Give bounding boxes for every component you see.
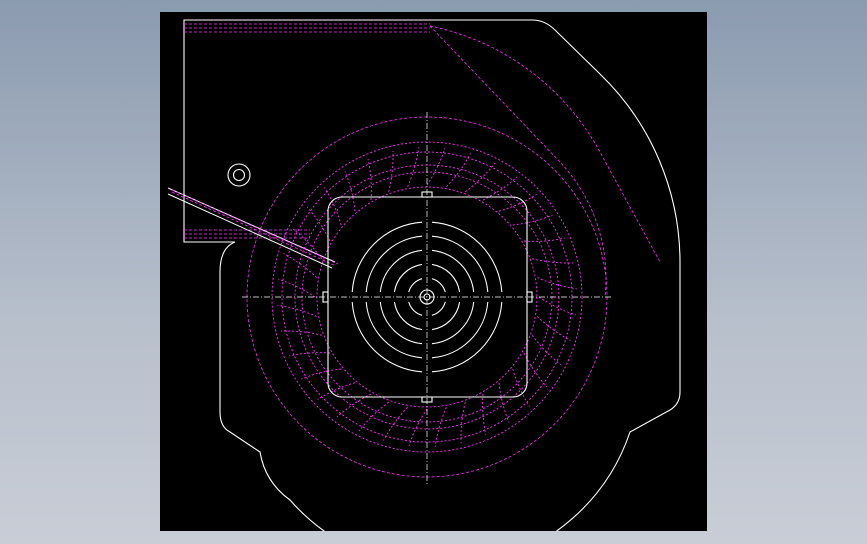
impeller-blade bbox=[536, 316, 571, 341]
impeller-blade bbox=[446, 153, 471, 188]
vent-ring-segment bbox=[379, 301, 423, 345]
impeller-blade bbox=[358, 401, 389, 432]
vent-ring-segment bbox=[379, 249, 423, 293]
vent-ring-segment bbox=[431, 221, 503, 293]
vent-ring-segment bbox=[351, 221, 423, 293]
housing-outline bbox=[183, 19, 681, 531]
vent-ring-segment bbox=[431, 278, 446, 293]
scroll-hidden-arc bbox=[429, 25, 661, 263]
vent-ring-segment bbox=[431, 301, 446, 316]
vent-ring-segment bbox=[351, 301, 423, 373]
impeller-blade bbox=[465, 162, 496, 193]
impeller-blade bbox=[283, 253, 318, 278]
impeller-blade bbox=[383, 406, 408, 441]
vent-ring-segment bbox=[431, 263, 461, 293]
impeller-blade bbox=[301, 368, 342, 380]
vent-ring-segment bbox=[408, 301, 423, 316]
vent-ring-segment bbox=[393, 301, 423, 331]
impeller-blade bbox=[531, 335, 562, 366]
cad-viewport[interactable] bbox=[160, 12, 707, 531]
vent-ring-segment bbox=[393, 263, 423, 293]
vent-ring-segment bbox=[431, 249, 475, 293]
mounting-hole-inner bbox=[232, 168, 246, 182]
blower-drawing bbox=[167, 19, 681, 531]
impeller-blade bbox=[538, 296, 577, 316]
impeller-blade bbox=[344, 171, 356, 212]
vent-ring-segment bbox=[431, 301, 503, 373]
impeller-blade bbox=[324, 187, 342, 226]
impeller-blade bbox=[426, 147, 446, 186]
vent-ring-segment bbox=[431, 301, 461, 331]
impeller-blade bbox=[512, 214, 553, 226]
impeller-blade bbox=[306, 206, 331, 242]
vent-ring-segment bbox=[408, 278, 423, 293]
impeller-blade bbox=[523, 237, 565, 242]
volute-hidden-curve bbox=[429, 25, 607, 298]
impeller-blade bbox=[498, 382, 510, 423]
impeller-blade bbox=[482, 393, 487, 435]
impeller-blade bbox=[277, 278, 316, 298]
impeller-blade bbox=[367, 159, 372, 201]
mounting-hole-outer bbox=[227, 163, 251, 187]
vent-ring-segment bbox=[431, 301, 475, 345]
impeller-blade bbox=[408, 408, 428, 447]
impeller-blade bbox=[289, 352, 331, 357]
centerlines bbox=[242, 112, 612, 484]
housing-scroll-path bbox=[183, 19, 681, 531]
outlet-duct bbox=[167, 187, 339, 269]
